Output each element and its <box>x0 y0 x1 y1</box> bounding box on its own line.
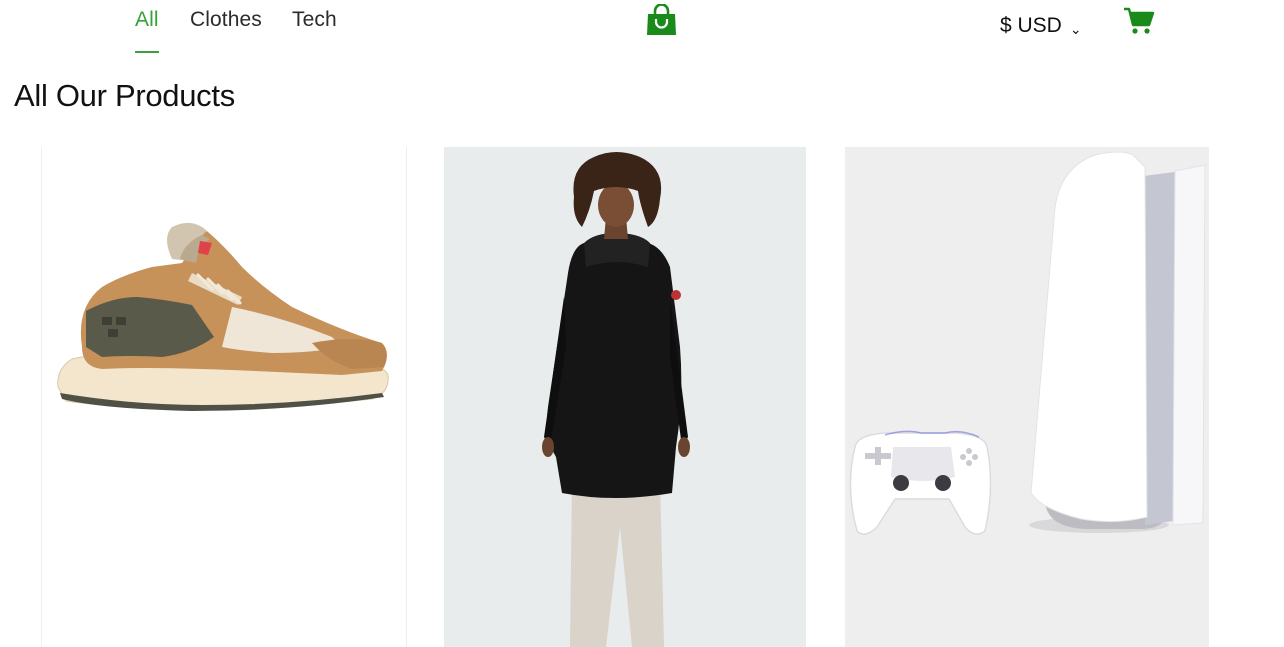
product-card-parka[interactable] <box>444 147 806 647</box>
product-card-sneaker[interactable] <box>41 147 407 647</box>
chevron-down-icon: ⌄ <box>1069 20 1082 37</box>
tab-all-label: All <box>135 8 159 31</box>
product-image <box>845 147 1209 647</box>
tab-clothes[interactable]: Clothes <box>190 8 262 32</box>
product-card-console[interactable] <box>845 147 1209 647</box>
tab-tech-label: Tech <box>292 8 337 31</box>
currency-label: $ USD <box>1000 14 1062 37</box>
tab-tech[interactable]: Tech <box>292 8 337 32</box>
product-image <box>57 222 389 411</box>
cart-icon[interactable] <box>1123 6 1155 36</box>
page-title: All Our Products <box>14 78 235 113</box>
top-navigation: All Clothes Tech $ USD ⌄ <box>0 0 1284 60</box>
tab-clothes-label: Clothes <box>190 8 262 31</box>
currency-selector[interactable]: $ USD ⌄ <box>1000 14 1082 38</box>
product-image <box>444 147 806 647</box>
active-tab-underline <box>135 51 159 53</box>
tab-all[interactable]: All <box>135 8 159 53</box>
shopping-bag-icon[interactable] <box>645 3 678 36</box>
